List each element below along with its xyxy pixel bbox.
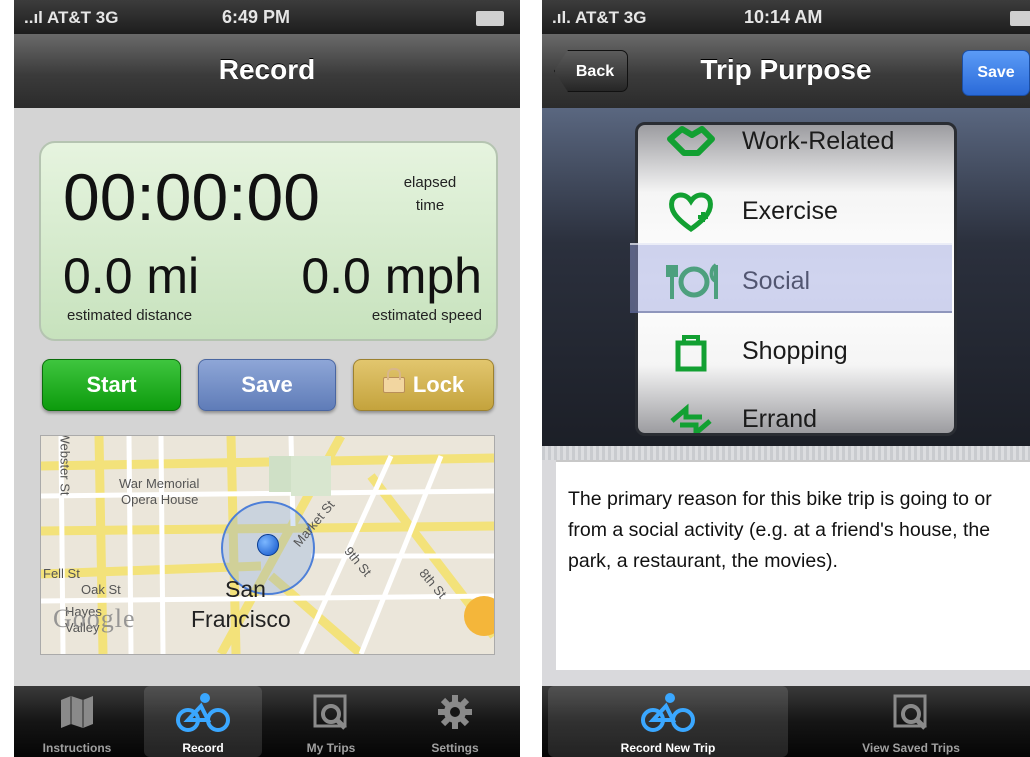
purpose-description: The primary reason for this bike trip is… xyxy=(568,488,992,572)
map-city-label: San xyxy=(225,576,266,602)
tab-settings[interactable]: Settings xyxy=(400,686,510,757)
tab-bar: Instructions Record My Trips Settings xyxy=(14,686,520,757)
battery-icon xyxy=(476,11,504,26)
current-location-marker xyxy=(257,534,279,556)
bike-icon xyxy=(176,693,230,732)
status-time-right: 10:14 AM xyxy=(744,7,823,27)
distance-value: 0.0 mi xyxy=(63,248,200,304)
nav-bar-right: Back Trip Purpose Save xyxy=(542,34,1030,109)
distance-label: estimated distance xyxy=(67,307,193,324)
picker-item-work-related[interactable]: Work-Related xyxy=(638,125,954,179)
tab-settings-label: Settings xyxy=(431,741,479,755)
elapsed-time-value: 00:00:00 xyxy=(63,160,320,234)
shopping-bag-icon xyxy=(675,335,707,372)
trips-search-icon xyxy=(313,694,347,730)
lock-icon xyxy=(382,368,405,393)
tab-record-new-trip[interactable]: Record New Trip xyxy=(548,686,788,757)
map-label-opera-house: Opera House xyxy=(121,492,199,507)
tab-record-new-trip-label: Record New Trip xyxy=(620,741,716,755)
tab-instructions[interactable]: Instructions xyxy=(22,686,132,757)
tab-bar-right: Record New Trip View Saved Trips xyxy=(542,686,1030,757)
google-logo: Google xyxy=(53,604,136,633)
tab-my-trips[interactable]: My Trips xyxy=(276,686,386,757)
heart-plus-icon xyxy=(669,192,713,233)
tab-view-saved-trips-label: View Saved Trips xyxy=(862,741,960,755)
lock-button[interactable]: Lock xyxy=(353,359,494,411)
nav-bar: Record xyxy=(14,34,520,109)
map-label-war-memorial: War Memorial xyxy=(119,476,200,491)
speed-label: estimated speed xyxy=(371,307,482,324)
bike-icon xyxy=(641,693,695,732)
tab-record-label: Record xyxy=(182,741,224,755)
picker-item-label: Shopping xyxy=(742,337,848,365)
page-title: Record xyxy=(218,54,316,85)
save-trip-button[interactable]: Save xyxy=(962,50,1030,96)
status-bar: ..ıl AT&T 3G 6:49 PM xyxy=(14,0,520,34)
start-button-label: Start xyxy=(86,372,137,397)
record-content: 00:00:00 elapsed time 0.0 mi 0.0 mph est… xyxy=(14,108,520,686)
picker-item-exercise[interactable]: Exercise xyxy=(638,179,954,249)
battery-icon-right xyxy=(1010,11,1030,26)
map-icon xyxy=(61,696,93,728)
picker-item-errand[interactable]: Errand xyxy=(638,387,954,433)
start-button[interactable]: Start xyxy=(42,359,181,411)
elapsed-label-text: elapsed time xyxy=(403,174,457,214)
purpose-description-box: The primary reason for this bike trip is… xyxy=(556,460,1030,670)
gear-icon xyxy=(438,695,472,729)
save-button-label: Save xyxy=(241,372,293,397)
save-button[interactable]: Save xyxy=(198,359,336,411)
record-screen: ..ıl AT&T 3G 6:49 PM Record 00:00:00 ela… xyxy=(14,0,520,757)
trip-purpose-content: Work-Related Exercise Social Shopping Er… xyxy=(542,108,1030,686)
picker-selection-indicator xyxy=(630,243,952,313)
trip-purpose-title: Trip Purpose xyxy=(700,54,872,85)
trip-stats-panel: 00:00:00 elapsed time 0.0 mi 0.0 mph est… xyxy=(39,141,498,341)
map-label-oak-st: Oak St xyxy=(81,582,121,597)
tab-view-saved-trips[interactable]: View Saved Trips xyxy=(792,686,1030,757)
map-label-fell-st: Fell St xyxy=(43,566,80,581)
map-view[interactable]: War Memorial Opera House Fell St Oak St … xyxy=(40,435,495,655)
trips-search-icon xyxy=(893,694,927,730)
picker-item-label: Errand xyxy=(742,405,818,433)
picker-item-shopping[interactable]: Shopping xyxy=(638,319,954,389)
trip-purpose-screen: .ıl. AT&T 3G 10:14 AM Back Trip Purpose … xyxy=(542,0,1030,757)
status-time: 6:49 PM xyxy=(222,7,291,27)
tab-instructions-label: Instructions xyxy=(42,741,112,755)
map-city-label-2: Francisco xyxy=(191,606,291,632)
status-bar-right: .ıl. AT&T 3G 10:14 AM xyxy=(542,0,1030,34)
carrier-label-right: .ıl. AT&T 3G xyxy=(552,8,647,27)
handshake-icon xyxy=(667,126,715,156)
elapsed-time-label: elapsed time xyxy=(400,171,460,217)
tab-record[interactable]: Record xyxy=(144,686,262,757)
lock-button-label: Lock xyxy=(412,372,465,397)
map-label-webster-st: Webster St xyxy=(57,435,73,496)
picker-item-label: Exercise xyxy=(742,197,838,225)
carrier-label: ..ıl AT&T 3G xyxy=(24,8,119,27)
speed-value: 0.0 mph xyxy=(301,248,482,304)
arrows-icon xyxy=(670,403,712,433)
tab-my-trips-label: My Trips xyxy=(306,741,356,755)
picker-item-label: Work-Related xyxy=(742,127,895,155)
divider-stripe xyxy=(542,446,1030,460)
